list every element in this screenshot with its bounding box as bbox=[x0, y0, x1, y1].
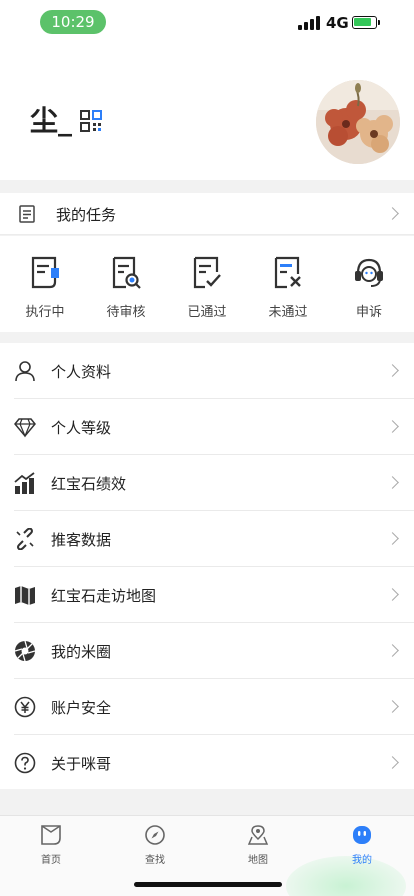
status-bar: 10:29 4G bbox=[0, 0, 414, 44]
aperture-icon bbox=[14, 640, 36, 662]
map-icon bbox=[15, 586, 35, 605]
signal-icon bbox=[298, 16, 320, 30]
chevron-right-icon bbox=[386, 644, 399, 657]
chevron-right-icon bbox=[386, 700, 399, 713]
task-in-progress[interactable]: 执行中 bbox=[10, 256, 80, 326]
menu-item-label: 关于咪哥 bbox=[51, 755, 112, 773]
link-icon bbox=[16, 528, 34, 550]
home-icon bbox=[41, 825, 61, 845]
menu-item-account-security[interactable]: 账户安全 bbox=[0, 679, 414, 735]
help-icon bbox=[14, 752, 36, 774]
chevron-right-icon bbox=[386, 588, 399, 601]
chevron-right-icon bbox=[386, 532, 399, 545]
menu-item-label: 推客数据 bbox=[51, 531, 112, 549]
settings-menu: 个人资料 个人等级 红宝石绩效 推客数据 红宝石走访地图 我的米圈 账户安全 关… bbox=[0, 343, 414, 789]
menu-item-label: 个人资料 bbox=[51, 363, 112, 381]
chevron-right-icon bbox=[386, 207, 399, 220]
username: 尘_ bbox=[30, 104, 73, 137]
diamond-icon bbox=[14, 418, 36, 438]
task-label: 已通过 bbox=[187, 305, 227, 320]
task-label: 执行中 bbox=[25, 305, 65, 320]
map-pin-icon bbox=[247, 825, 269, 845]
menu-item-label: 红宝石绩效 bbox=[51, 475, 127, 493]
tab-map[interactable]: 地图 bbox=[228, 824, 288, 868]
menu-item-referral-data[interactable]: 推客数据 bbox=[0, 511, 414, 567]
my-tasks-label: 我的任务 bbox=[56, 206, 117, 224]
menu-item-profile[interactable]: 个人资料 bbox=[0, 343, 414, 399]
menu-item-label: 账户安全 bbox=[51, 699, 112, 717]
person-icon bbox=[15, 361, 35, 382]
task-pending-review[interactable]: 待审核 bbox=[91, 256, 161, 326]
yuan-icon bbox=[14, 696, 36, 718]
menu-item-ruby-visit-map[interactable]: 红宝石走访地图 bbox=[0, 567, 414, 623]
task-status-grid: 执行中 待审核 已通过 未通过 申诉 bbox=[0, 236, 414, 332]
chevron-right-icon bbox=[386, 364, 399, 377]
doc-x-icon bbox=[274, 256, 301, 289]
battery-icon bbox=[352, 16, 380, 29]
compass-icon bbox=[145, 825, 165, 845]
menu-item-label: 个人等级 bbox=[51, 419, 112, 437]
chevron-right-icon bbox=[386, 420, 399, 433]
task-rejected[interactable]: 未通过 bbox=[253, 256, 323, 326]
chevron-right-icon bbox=[386, 756, 399, 769]
tab-label: 地图 bbox=[248, 855, 268, 866]
tab-search[interactable]: 查找 bbox=[125, 824, 185, 868]
task-appeal[interactable]: 申诉 bbox=[334, 256, 404, 326]
menu-item-my-circle[interactable]: 我的米圈 bbox=[0, 623, 414, 679]
home-indicator bbox=[134, 882, 282, 887]
task-label: 申诉 bbox=[355, 305, 382, 320]
chevron-right-icon bbox=[386, 476, 399, 489]
menu-item-label: 我的米圈 bbox=[51, 643, 112, 661]
status-time: 10:29 bbox=[40, 10, 106, 34]
performance-chart-icon bbox=[14, 472, 35, 494]
profile-header: 尘_ bbox=[0, 44, 414, 180]
task-list-icon bbox=[19, 205, 35, 223]
network-type: 4G bbox=[326, 14, 349, 32]
profile-face-icon bbox=[353, 826, 371, 844]
menu-item-label: 红宝石走访地图 bbox=[51, 587, 157, 605]
headset-icon bbox=[355, 258, 383, 287]
doc-in-progress-icon bbox=[31, 256, 59, 289]
my-tasks-row[interactable]: 我的任务 bbox=[0, 193, 414, 235]
menu-item-level[interactable]: 个人等级 bbox=[0, 399, 414, 455]
avatar[interactable] bbox=[316, 80, 400, 164]
task-label: 未通过 bbox=[268, 305, 308, 320]
task-label: 待审核 bbox=[106, 305, 146, 320]
doc-check-icon bbox=[193, 256, 221, 289]
menu-item-ruby-performance[interactable]: 红宝石绩效 bbox=[0, 455, 414, 511]
menu-item-about[interactable]: 关于咪哥 bbox=[0, 735, 414, 791]
tab-label: 查找 bbox=[145, 855, 165, 866]
tab-mine[interactable]: 我的 bbox=[332, 824, 392, 868]
tab-home[interactable]: 首页 bbox=[21, 824, 81, 868]
tab-label: 我的 bbox=[352, 855, 372, 866]
qr-code-icon[interactable] bbox=[80, 110, 102, 132]
task-approved[interactable]: 已通过 bbox=[172, 256, 242, 326]
doc-search-icon bbox=[112, 256, 141, 289]
tab-label: 首页 bbox=[41, 855, 61, 866]
